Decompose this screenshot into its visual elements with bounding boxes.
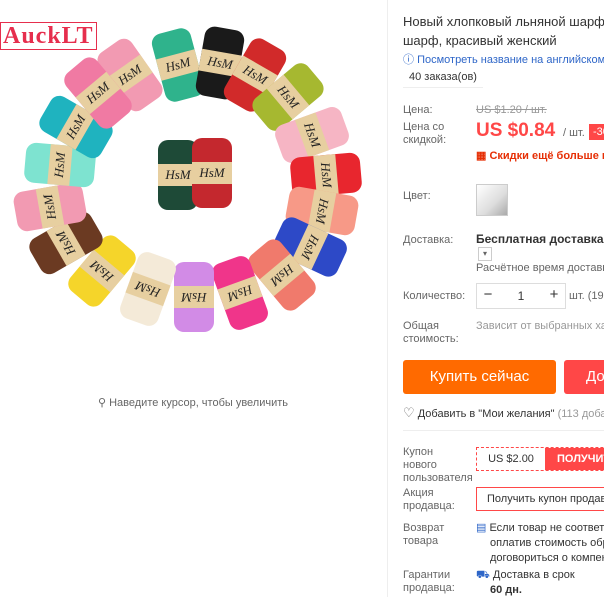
promo-text: Скидки ещё больше в п <box>489 150 604 162</box>
scarf-band: HsM <box>35 185 65 229</box>
total-value: Зависит от выбранных хар <box>476 320 604 332</box>
truck-icon: ⛟ <box>476 569 490 581</box>
product-title: Новый хлопковый льняной шарф чулки, шарф… <box>403 14 604 48</box>
returns-line-3: договориться о компен <box>490 552 604 564</box>
translate-icon: ⓘ <box>403 54 414 66</box>
quantity-input[interactable]: 1 <box>499 284 543 308</box>
returns-line-2: оплатив стоимость обр <box>490 537 604 549</box>
info-icon: ▤ <box>476 522 487 534</box>
quantity-minus-button[interactable]: − <box>477 284 499 308</box>
chevron-down-icon[interactable]: ▾ <box>478 247 492 261</box>
current-price: US $0.84 <box>476 120 556 141</box>
qr-icon: ▦ <box>476 150 487 162</box>
add-to-cart-button[interactable]: До <box>564 360 604 394</box>
scarf-roll-lilac: HsM <box>174 262 214 332</box>
scarf-band: HsM <box>192 162 232 184</box>
guarantee-info: ⛟ Доставка в срок 60 дн. <box>476 568 575 597</box>
wishlist-text: Добавить в "Мои желания" <box>417 408 555 420</box>
color-label: Цвет: <box>403 190 431 202</box>
scarf-band: HsM <box>79 249 125 293</box>
stock-info: шт. (19 <box>569 290 604 302</box>
old-price: US $1.20 / шт. <box>476 104 547 116</box>
scarf-roll-burgundy: HsM <box>192 138 232 208</box>
wishlist-count: (113 доба <box>557 408 604 420</box>
orders-count: 40 заказа(ов) <box>403 71 483 88</box>
scarf-band: HsM <box>47 144 73 186</box>
scarf-band: HsM <box>46 220 86 266</box>
color-swatch[interactable] <box>476 184 508 216</box>
discount-badge: -30 <box>589 124 604 140</box>
guarantee-line-1: Доставка в срок <box>492 569 575 581</box>
returns-info: ▤ Если товар не соответст оплатив стоимо… <box>476 521 604 566</box>
coupon-amount: US $2.00 <box>488 453 534 465</box>
quantity-stepper: − 1 + <box>476 283 566 309</box>
seller-promo-label: Акция продавца: <box>403 487 455 512</box>
zoom-hint-text: Наведите курсор, чтобы увеличить <box>109 397 289 409</box>
buy-now-button[interactable]: Купить сейчас <box>403 360 556 394</box>
quantity-plus-button[interactable]: + <box>543 284 565 308</box>
heart-icon: ♡ <box>403 405 415 420</box>
seller-coupon-button[interactable]: Получить купон продавца <box>476 487 604 511</box>
shipping-estimate: Расчётное время доставки <box>476 262 604 274</box>
shipping-value[interactable]: Бесплатная доставка в R <box>476 232 604 246</box>
promo-link[interactable]: ▦ Скидки ещё больше в п <box>476 149 604 162</box>
add-to-wishlist-link[interactable]: ♡ Добавить в "Мои желания" (113 доба <box>403 405 604 421</box>
guarantee-label: Гарантии продавца: <box>403 569 455 594</box>
scarf-band: HsM <box>155 49 201 81</box>
store-watermark: AuckLT <box>0 22 97 50</box>
returns-line-1: Если товар не соответст <box>489 522 604 534</box>
new-user-coupon-label: Купон нового пользователя <box>403 446 473 484</box>
price-label: Цена: <box>403 104 433 116</box>
guarantee-line-2: 60 дн. <box>490 584 522 596</box>
column-divider <box>387 0 388 597</box>
total-label: Общая стоимость: <box>403 320 459 345</box>
new-user-coupon: US $2.00 ПОЛУЧИТЬ <box>476 447 604 471</box>
get-coupon-button[interactable]: ПОЛУЧИТЬ <box>545 448 604 470</box>
product-info-panel: Новый хлопковый льняной шарф чулки, шарф… <box>403 0 604 597</box>
translate-link-text: Посмотреть название на английском <box>417 54 604 66</box>
quantity-label: Количество: <box>403 290 466 302</box>
shipping-label: Доставка: <box>403 234 454 246</box>
returns-label: Возврат товара <box>403 522 445 547</box>
product-image-gallery[interactable]: AuckLT HsM HsM HsM HsM HsM HsM HsM HsM H… <box>0 0 386 390</box>
section-divider <box>403 430 604 431</box>
scarf-band: HsM <box>217 275 263 311</box>
magnifier-icon: ⚲ <box>97 397 107 409</box>
discount-price-label: Цена со скидкой: <box>403 121 447 146</box>
scarf-band: HsM <box>294 112 330 158</box>
price-unit: / шт. <box>563 127 585 139</box>
scarf-band: HsM <box>125 271 171 307</box>
zoom-hint: ⚲ Наведите курсор, чтобы увеличить <box>0 396 386 409</box>
scarf-band: HsM <box>174 286 214 308</box>
translate-title-link[interactable]: ⓘ Посмотреть название на английском <box>403 51 604 67</box>
